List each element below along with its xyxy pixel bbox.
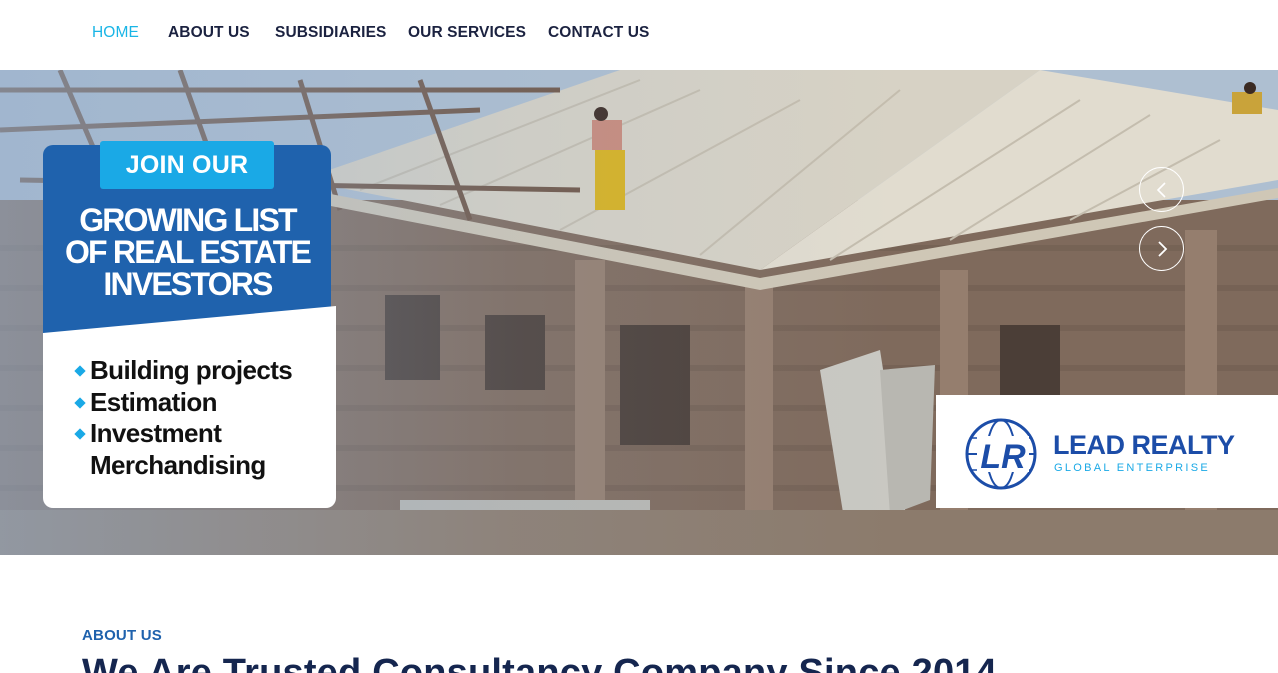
- nav-home[interactable]: HOME: [92, 24, 139, 42]
- list-item: Estimation: [74, 387, 326, 419]
- list-item: Merchandising: [90, 449, 266, 480]
- chevron-right-icon: [1157, 241, 1167, 257]
- promo-headline-line: OF REAL ESTATE: [64, 234, 312, 270]
- promo-badge: JOIN OUR: [100, 141, 274, 189]
- promo-headline-line: GROWING LIST: [79, 202, 297, 238]
- logo-name: LEAD REALTY: [1053, 430, 1235, 460]
- main-nav: HOME ABOUT US SUBSIDIARIES OUR SERVICES …: [0, 0, 1278, 70]
- lead-realty-logo-panel: LR LEAD REALTY GLOBAL ENTERPRISE: [936, 395, 1278, 508]
- slider-next-button[interactable]: [1139, 226, 1184, 271]
- promo-headline: GROWING LIST OF REAL ESTATE INVESTORS: [50, 204, 325, 300]
- nav-contact-us[interactable]: CONTACT US: [548, 24, 649, 42]
- diamond-bullet-icon: [74, 396, 86, 409]
- chevron-left-icon: [1156, 182, 1166, 198]
- globe-logo-icon: LR: [965, 418, 1037, 490]
- svg-text:LR: LR: [980, 438, 1026, 476]
- hero-slider: JOIN OUR GROWING LIST OF REAL ESTATE INV…: [0, 70, 1278, 555]
- slider-prev-button[interactable]: [1139, 167, 1184, 212]
- nav-our-services[interactable]: OUR SERVICES: [408, 24, 526, 42]
- nav-subsidiaries[interactable]: SUBSIDIARIES: [275, 24, 386, 42]
- logo-subtitle: GLOBAL ENTERPRISE: [1054, 462, 1211, 474]
- about-section-label: ABOUT US: [82, 627, 162, 644]
- nav-about-us[interactable]: ABOUT US: [168, 24, 250, 42]
- promo-list: Building projects Estimation Investment …: [74, 355, 326, 481]
- list-item: Investment: [74, 418, 326, 450]
- list-item: Building projects: [74, 355, 326, 387]
- promo-headline-line: INVESTORS: [103, 266, 273, 302]
- diamond-bullet-icon: [74, 365, 86, 377]
- about-section-title: We Are Trusted Consultancy Company Since…: [82, 652, 997, 673]
- diamond-bullet-icon: [74, 428, 86, 440]
